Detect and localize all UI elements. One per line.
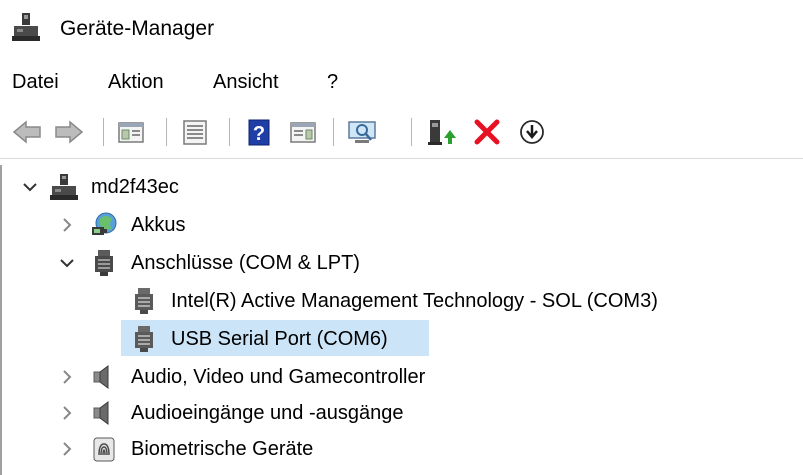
menu-help[interactable]: ? — [327, 70, 338, 94]
chevron-down-icon[interactable] — [20, 177, 40, 197]
title-bar: Geräte-Manager — [0, 0, 803, 60]
port-icon — [130, 325, 158, 353]
tree-item-label: Anschlüsse (COM & LPT) — [131, 252, 360, 274]
show-hide-console-tree-icon[interactable] — [114, 116, 148, 148]
chevron-right-icon[interactable] — [57, 403, 77, 423]
battery-icon — [90, 211, 118, 239]
chevron-right-icon[interactable] — [57, 367, 77, 387]
port-icon — [90, 249, 118, 277]
uninstall-device-icon[interactable] — [470, 116, 504, 148]
port-icon — [130, 287, 158, 315]
tree-device-usb-serial-port[interactable]: USB Serial Port (COM6) — [0, 322, 803, 356]
chevron-down-icon[interactable] — [57, 253, 77, 273]
tree-root[interactable]: md2f43ec — [0, 170, 803, 204]
tree-category-biometric[interactable]: Biometrische Geräte — [0, 432, 803, 466]
tree-item-label: Audioeingänge und -ausgänge — [131, 402, 404, 424]
window-title: Geräte-Manager — [60, 17, 215, 40]
action-pane-icon[interactable] — [286, 116, 320, 148]
chevron-right-icon[interactable] — [57, 439, 77, 459]
tree-item-label: Audio, Video und Gamecontroller — [131, 366, 426, 388]
tree-category-anschluesse[interactable]: Anschlüsse (COM & LPT) — [0, 246, 803, 280]
tree-item-label: Intel(R) Active Management Technology - … — [171, 290, 658, 312]
back-arrow-icon[interactable] — [10, 116, 44, 148]
toolbar-separator — [411, 118, 412, 146]
speaker-icon — [90, 363, 118, 391]
tree-item-label: Biometrische Geräte — [131, 438, 314, 460]
fingerprint-icon — [90, 435, 118, 463]
svg-text:?: ? — [253, 123, 265, 145]
tree-category-akkus[interactable]: Akkus — [0, 208, 803, 242]
toolbar-separator — [229, 118, 230, 146]
tree-device-intel-amt-sol[interactable]: Intel(R) Active Management Technology - … — [0, 284, 803, 318]
update-driver-icon[interactable] — [424, 116, 458, 148]
menu-aktion[interactable]: Aktion — [108, 70, 164, 94]
tree-item-label: USB Serial Port (COM6) — [171, 328, 388, 350]
tree-category-audio-io[interactable]: Audioeingänge und -ausgänge — [0, 396, 803, 430]
speaker-icon — [90, 399, 118, 427]
scan-hardware-changes-icon[interactable] — [345, 116, 379, 148]
properties-icon[interactable] — [178, 116, 212, 148]
menu-ansicht[interactable]: Ansicht — [213, 70, 279, 94]
chevron-right-icon[interactable] — [57, 215, 77, 235]
toolbar-separator — [333, 118, 334, 146]
toolbar: ? — [0, 108, 803, 154]
tree-category-audio-video[interactable]: Audio, Video und Gamecontroller — [0, 360, 803, 394]
tree-root-label: md2f43ec — [91, 176, 179, 198]
toolbar-separator — [166, 118, 167, 146]
menu-datei[interactable]: Datei — [12, 70, 59, 94]
toolbar-separator — [103, 118, 104, 146]
computer-icon — [50, 173, 78, 201]
disable-device-icon[interactable] — [515, 116, 549, 148]
forward-arrow-icon[interactable] — [52, 116, 86, 148]
help-icon[interactable]: ? — [242, 116, 276, 148]
tree-item-label: Akkus — [131, 214, 186, 236]
device-manager-icon — [12, 12, 40, 42]
menu-bar: Datei Aktion Ansicht ? — [0, 66, 803, 98]
toolbar-divider — [0, 158, 803, 159]
